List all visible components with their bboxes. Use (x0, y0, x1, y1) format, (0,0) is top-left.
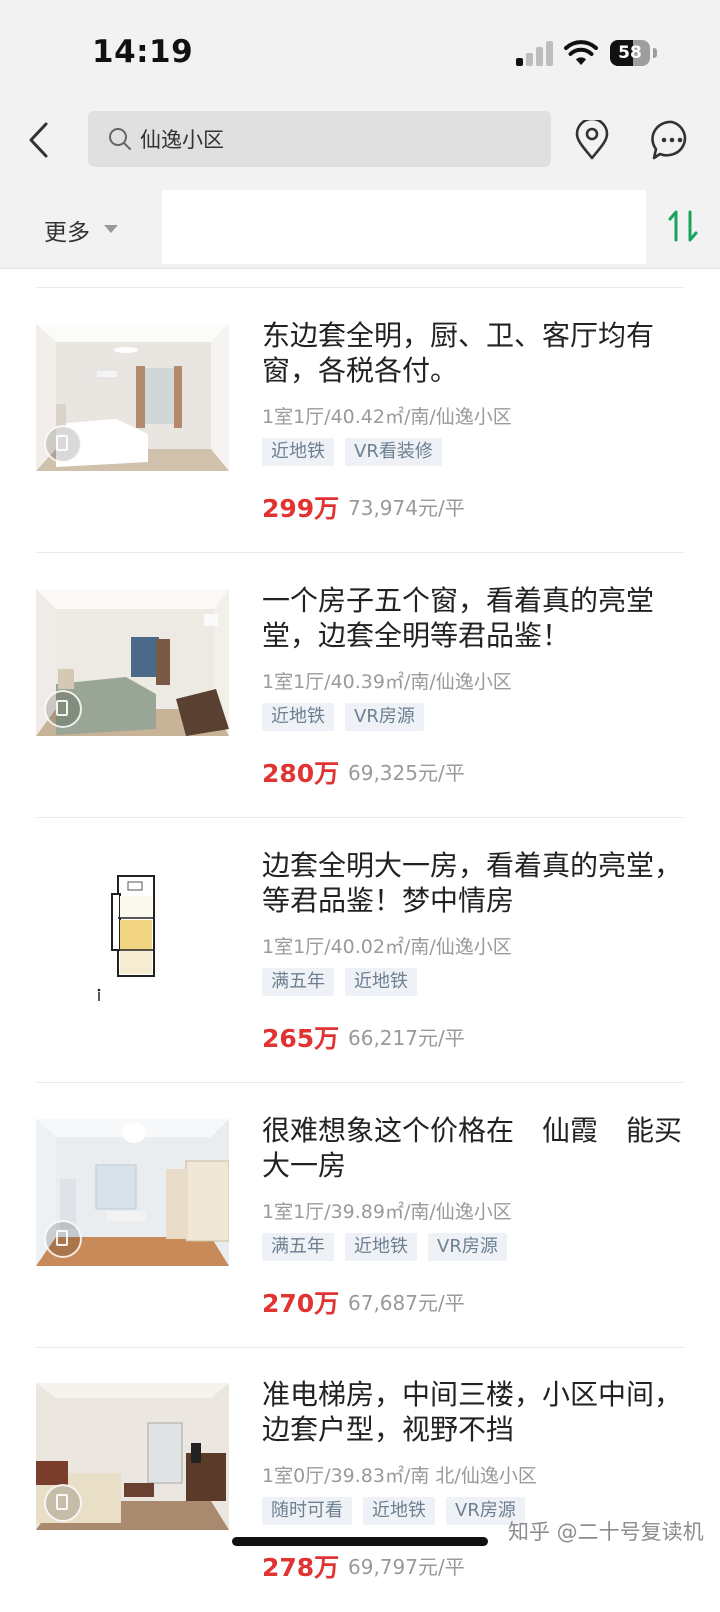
listing-title: 很难想象这个价格在 仙霞 能买大一房 (262, 1114, 683, 1182)
wifi-icon (564, 40, 598, 65)
listing-unit-price: 69,797元/平 (348, 1555, 465, 1579)
listing-tags: 随时可看 近地铁 VR房源 (262, 1497, 525, 1525)
back-arrow-icon[interactable] (24, 120, 56, 160)
more-filter-dropdown[interactable]: 更多 (0, 186, 160, 268)
listing-tag: 近地铁 (345, 968, 417, 996)
message-icon[interactable] (650, 118, 694, 162)
listing-title: 东边套全明，厨、卫、客厅均有窗，各税各付。 (262, 319, 655, 387)
sort-icon[interactable] (666, 206, 700, 246)
listing-tags: 近地铁 VR看装修 (262, 438, 442, 466)
search-icon (109, 128, 131, 150)
battery-icon: 58 (610, 40, 650, 66)
battery-level: 58 (618, 43, 642, 63)
listing-price: 280万 (262, 759, 340, 788)
cellular-signal-icon (516, 40, 554, 66)
listing-tags: 近地铁 VR房源 (262, 703, 424, 731)
listing-photo (36, 324, 229, 471)
vr-badge-icon (44, 1220, 82, 1258)
listing-tag: 近地铁 (363, 1497, 435, 1525)
listing-photo (36, 1383, 229, 1530)
listing-meta: 1室1厅/40.02㎡/南/仙逸小区 (262, 936, 512, 958)
vr-badge-icon (44, 425, 82, 463)
listing-unit-price: 66,217元/平 (348, 1026, 465, 1050)
listing-item[interactable]: 一个房子五个窗，看着真的亮堂堂，边套全明等君品鉴！ 1室1厅/40.39㎡/南/… (0, 553, 720, 818)
watermark-text: 知乎 @二十号复读机 (508, 1520, 704, 1544)
listing-photo (36, 1119, 229, 1266)
caret-down-icon (104, 225, 118, 233)
listing-meta: 1室1厅/39.89㎡/南/仙逸小区 (262, 1201, 512, 1223)
listing-unit-price: 69,325元/平 (348, 761, 465, 785)
listing-unit-price: 73,974元/平 (348, 496, 465, 520)
listing-meta: 1室0厅/39.83㎡/南 北/仙逸小区 (262, 1465, 537, 1487)
vr-badge-icon (44, 690, 82, 728)
status-time: 14:19 (92, 34, 194, 70)
listing-unit-price: 67,687元/平 (348, 1291, 465, 1315)
listing-title: 边套全明大一房，看着真的亮堂，等君品鉴！梦中情房 (262, 849, 683, 917)
status-bar: 14:19 58 (0, 0, 720, 100)
more-filter-label: 更多 (44, 220, 90, 246)
listing-tag: 近地铁 (262, 703, 334, 731)
location-pin-icon[interactable] (574, 120, 610, 160)
listing-meta: 1室1厅/40.42㎡/南/仙逸小区 (262, 406, 512, 428)
search-input[interactable]: 仙逸小区 (88, 111, 551, 167)
listing-tags: 满五年 近地铁 VR房源 (262, 1233, 507, 1261)
listing-tag: 随时可看 (262, 1497, 352, 1525)
listing-tag: VR房源 (345, 703, 424, 731)
listing-price: 270万 (262, 1289, 340, 1318)
listing-tag: VR房源 (428, 1233, 507, 1261)
home-indicator[interactable] (232, 1537, 488, 1546)
search-header: 仙逸小区 (0, 100, 720, 186)
listing-price: 265万 (262, 1024, 340, 1053)
listing-tag: 满五年 (262, 968, 334, 996)
listing-title: 一个房子五个窗，看着真的亮堂堂，边套全明等君品鉴！ (262, 584, 655, 652)
filter-bar: 更多 (0, 186, 720, 269)
listing-tag: 近地铁 (345, 1233, 417, 1261)
vr-badge-icon (44, 1484, 82, 1522)
listing-tags: 满五年 近地铁 (262, 968, 417, 996)
listing-price: 278万 (262, 1553, 340, 1582)
floor-plan-image (36, 854, 229, 1001)
battery-tip (653, 48, 657, 58)
listing-item[interactable]: 边套全明大一房，看着真的亮堂，等君品鉴！梦中情房 1室1厅/40.02㎡/南/仙… (0, 818, 720, 1083)
listing-tag: VR看装修 (345, 438, 442, 466)
listing-tag: 近地铁 (262, 438, 334, 466)
listing-item[interactable]: 东边套全明，厨、卫、客厅均有窗，各税各付。 1室1厅/40.42㎡/南/仙逸小区… (0, 288, 720, 553)
listing-price: 299万 (262, 494, 340, 523)
filter-area (162, 190, 646, 264)
search-query-text: 仙逸小区 (140, 128, 224, 152)
listing-photo (36, 589, 229, 736)
listing-meta: 1室1厅/40.39㎡/南/仙逸小区 (262, 671, 512, 693)
listing-tag: 满五年 (262, 1233, 334, 1261)
listing-item[interactable]: 很难想象这个价格在 仙霞 能买大一房 1室1厅/39.89㎡/南/仙逸小区 满五… (0, 1083, 720, 1348)
listing-item[interactable]: 准电梯房，中间三楼，小区中间，边套户型，视野不挡 1室0厅/39.83㎡/南 北… (0, 1347, 720, 1612)
listing-title: 准电梯房，中间三楼，小区中间，边套户型，视野不挡 (262, 1378, 683, 1446)
